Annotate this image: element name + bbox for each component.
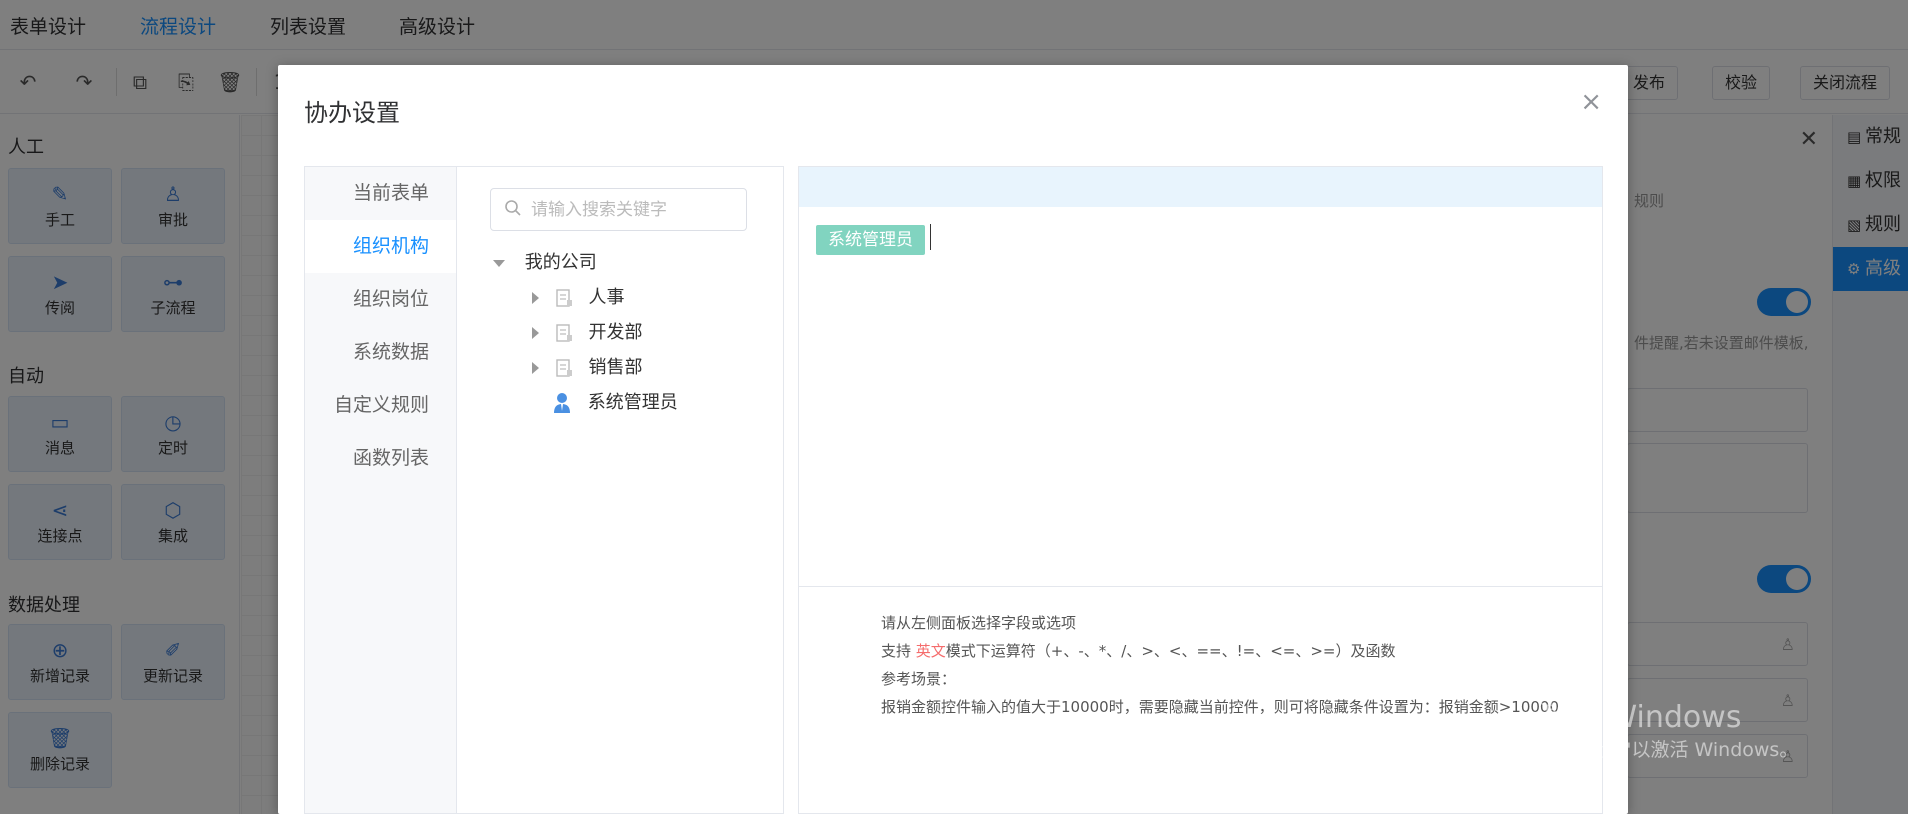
category-system-data[interactable]: 系统数据 (305, 326, 457, 379)
expression-input-area[interactable]: 系统管理员 (799, 207, 1602, 587)
tree-node-label: 开发部 (588, 322, 643, 343)
department-icon (556, 359, 572, 377)
tree-node-label: 人事 (588, 287, 625, 308)
search-input[interactable] (531, 197, 736, 223)
text-cursor (930, 224, 931, 250)
tree-node-dept[interactable]: 人事 (532, 283, 624, 313)
selected-user-tag[interactable]: 系统管理员 (816, 225, 925, 255)
chevron-right-icon[interactable] (532, 327, 539, 339)
user-icon (554, 393, 570, 413)
close-icon[interactable]: × (1580, 89, 1602, 115)
category-current-form[interactable]: 当前表单 (305, 167, 457, 220)
tree-node-label: 我的公司 (524, 252, 597, 273)
category-positions[interactable]: 组织岗位 (305, 273, 457, 326)
watermark-subtitle: 转到"设置"以激活 Windows。 (1538, 739, 1799, 761)
department-icon (556, 324, 572, 342)
dialog-title: 协办设置 (304, 99, 400, 127)
category-functions[interactable]: 函数列表 (305, 432, 457, 485)
help-line: 请从左侧面板选择字段或选项 (881, 614, 1077, 632)
department-icon (556, 289, 572, 307)
watermark-title: 激活 Windows (1538, 700, 1742, 735)
tree-node-dept[interactable]: 销售部 (532, 353, 642, 383)
chevron-down-icon[interactable] (493, 259, 505, 267)
tree-node-user[interactable]: 系统管理员 (552, 388, 678, 418)
dialog-body: 当前表单 组织机构 组织岗位 系统数据 自定义规则 函数列表 我的公司 (304, 166, 1603, 814)
tree-node-dept[interactable]: 开发部 (532, 318, 642, 348)
category-custom-rules[interactable]: 自定义规则 (305, 379, 457, 432)
tree-node-label: 系统管理员 (587, 392, 678, 413)
help-text: 请从左侧面板选择字段或选项 支持 英文模式下运算符（+、-、*、/、>、<、==… (881, 609, 1596, 721)
help-line: 参考场景： (881, 670, 957, 688)
chevron-right-icon[interactable] (532, 362, 539, 374)
search-box[interactable] (490, 188, 747, 231)
editor-header (799, 167, 1602, 207)
windows-activation-watermark: 激活 Windows 转到"设置"以激活 Windows。 (1538, 700, 1798, 764)
chevron-right-icon[interactable] (532, 292, 539, 304)
tree-node-label: 销售部 (588, 357, 643, 378)
category-organization[interactable]: 组织机构 (305, 220, 457, 273)
help-text-segment: 模式下运算符（+、-、*、/、>、<、==、!=、<=、>=）及函数 (945, 642, 1396, 660)
help-line: 支持 英文模式下运算符（+、-、*、/、>、<、==、!=、<=、>=）及函数 (881, 637, 1596, 665)
help-text-segment: 支持 (881, 642, 916, 660)
assist-settings-dialog: 协办设置 × 当前表单 组织机构 组织岗位 系统数据 自定义规则 函数列表 我的… (278, 65, 1628, 814)
help-line: 报销金额控件输入的值大于10000时，需要隐藏当前控件，则可将隐藏条件设置为：报… (881, 698, 1560, 716)
category-list: 当前表单 组织机构 组织岗位 系统数据 自定义规则 函数列表 (304, 166, 457, 814)
expression-editor: 系统管理员 请从左侧面板选择字段或选项 支持 英文模式下运算符（+、-、*、/、… (798, 166, 1603, 814)
org-tree-pane: 我的公司 人事 开发部 (456, 166, 784, 814)
tree-node-root[interactable]: 我的公司 (493, 248, 597, 278)
help-highlight: 英文 (915, 642, 946, 660)
search-icon (505, 200, 521, 216)
